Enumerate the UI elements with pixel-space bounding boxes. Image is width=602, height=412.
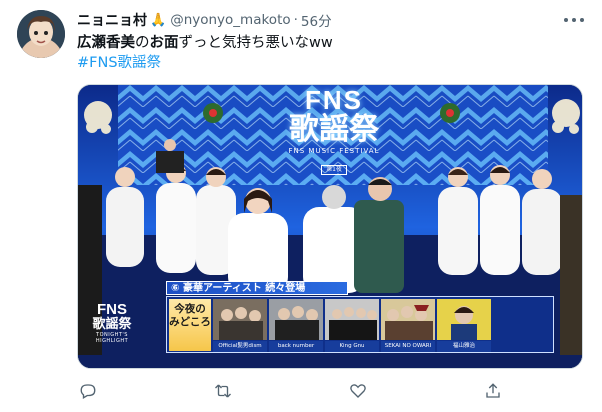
timestamp[interactable]: 56分 xyxy=(301,10,332,30)
logo-festival: FNS MUSIC FESTIVAL xyxy=(288,147,380,155)
tweet-card[interactable]: ニョニョ村 🙏 @nyonyo_makoto · 56分 広瀬香美のお面ずっと気… xyxy=(0,0,602,412)
corner-tonight: TONIGHT'S HIGHLIGHT xyxy=(95,332,129,344)
corner-logo: FNS 歌謡祭 TONIGHT'S HIGHLIGHT xyxy=(84,302,140,344)
corner-kayo: 歌謡祭 xyxy=(92,317,132,332)
logo-kayo: 歌謡祭 xyxy=(289,112,379,147)
highlight-thumb xyxy=(213,299,267,340)
tweet-text: 広瀬香美のお面ずっと気持ち悪いなww xyxy=(77,33,333,53)
logo-sub: 第1夜 xyxy=(321,165,347,175)
avatar[interactable] xyxy=(17,10,65,58)
hashtag-link[interactable]: #FNS歌謡祭 xyxy=(77,53,161,73)
retweet-icon[interactable] xyxy=(212,380,234,402)
like-icon[interactable] xyxy=(347,380,369,402)
highlight-caption: SEKAI NO OWARI xyxy=(381,341,435,352)
tonight-line-1: 今夜の xyxy=(174,303,206,315)
highlight-caption: 福山雅治 xyxy=(437,341,491,352)
highlight-caption: King Gnu xyxy=(325,341,379,352)
highlight-caption: back number xyxy=(269,341,323,352)
tweet-actions xyxy=(77,380,577,402)
separator-dot: · xyxy=(293,12,298,28)
tweet-text-particle: の xyxy=(135,35,150,51)
highlight-caption: Official髭男dism xyxy=(213,341,267,352)
tweet-text-bold-2: お面 xyxy=(149,35,179,51)
user-handle[interactable]: @nyonyo_makoto xyxy=(170,12,290,28)
fns-logo: FNS 歌謡祭 FNS MUSIC FESTIVAL 第1夜 xyxy=(264,87,404,175)
tweet-text-bold: 広瀬香美 xyxy=(77,35,135,51)
tonight-label: 今夜の みどころ xyxy=(169,299,211,351)
name-emoji-icon: 🙏 xyxy=(150,12,167,28)
corner-fns: FNS xyxy=(97,301,127,318)
lower-third-banner: ⑥ 豪華アーティスト 続々登場 xyxy=(166,281,348,295)
highlight-thumb xyxy=(437,299,491,340)
logo-fns: FNS xyxy=(305,85,363,115)
tweet-header: ニョニョ村 🙏 @nyonyo_makoto · 56分 xyxy=(77,10,332,30)
tweet-text-rest: ずっと気持ち悪いなww xyxy=(178,35,333,51)
highlight-thumbnails xyxy=(213,299,491,340)
more-options-icon[interactable] xyxy=(564,14,584,26)
highlight-thumb xyxy=(325,299,379,340)
highlight-captions: Official髭男dism back number King Gnu SEKA… xyxy=(213,341,491,352)
share-icon[interactable] xyxy=(482,380,504,402)
tonight-line-2: みどころ xyxy=(169,316,211,328)
tweet-image[interactable]: FNS 歌謡祭 FNS MUSIC FESTIVAL 第1夜 FNS 歌謡祭 T… xyxy=(77,84,583,369)
lower-third-panel: 今夜の みどころ Official髭男dism back number King… xyxy=(166,296,554,353)
display-name[interactable]: ニョニョ村 xyxy=(77,10,147,30)
highlight-thumb xyxy=(381,299,435,340)
highlight-thumb xyxy=(269,299,323,340)
reply-icon[interactable] xyxy=(77,380,99,402)
